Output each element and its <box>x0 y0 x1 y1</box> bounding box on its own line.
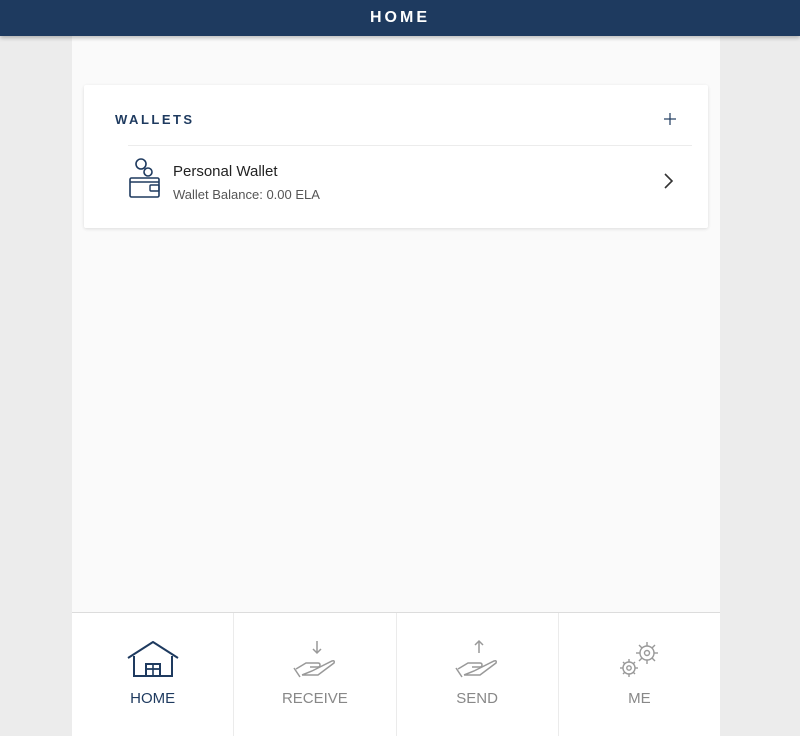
chevron-right-icon <box>664 173 674 189</box>
tab-label: ME <box>628 690 651 707</box>
tab-home[interactable]: HOME <box>72 613 233 736</box>
send-icon <box>455 639 498 678</box>
plus-icon <box>664 113 676 125</box>
card-divider <box>128 145 692 146</box>
home-icon <box>127 641 179 677</box>
main-content: WALLETS Personal Wallet Wallet Balance: … <box>72 36 720 612</box>
page-title: HOME <box>370 9 430 26</box>
wallet-icon <box>129 158 160 198</box>
bottom-tab-bar: HOME RECEIVE SEND ME <box>72 612 720 736</box>
tab-me[interactable]: ME <box>557 613 720 736</box>
wallet-name: Personal Wallet <box>173 163 278 180</box>
tab-receive[interactable]: RECEIVE <box>233 613 395 736</box>
gears-icon <box>620 642 659 677</box>
add-wallet-button[interactable] <box>658 107 682 131</box>
wallet-balance: Wallet Balance: 0.00 ELA <box>173 187 320 202</box>
tab-label: RECEIVE <box>281 690 348 707</box>
tab-label: SEND <box>456 690 498 707</box>
wallets-section-title: WALLETS <box>115 112 195 127</box>
tab-send[interactable]: SEND <box>395 613 558 736</box>
wallets-card: WALLETS Personal Wallet Wallet Balance: … <box>84 85 708 228</box>
receive-icon <box>293 641 335 678</box>
wallet-list-item[interactable]: Personal Wallet Wallet Balance: 0.00 ELA <box>128 147 692 219</box>
app-header: HOME <box>0 0 800 36</box>
tab-label: HOME <box>130 690 176 707</box>
